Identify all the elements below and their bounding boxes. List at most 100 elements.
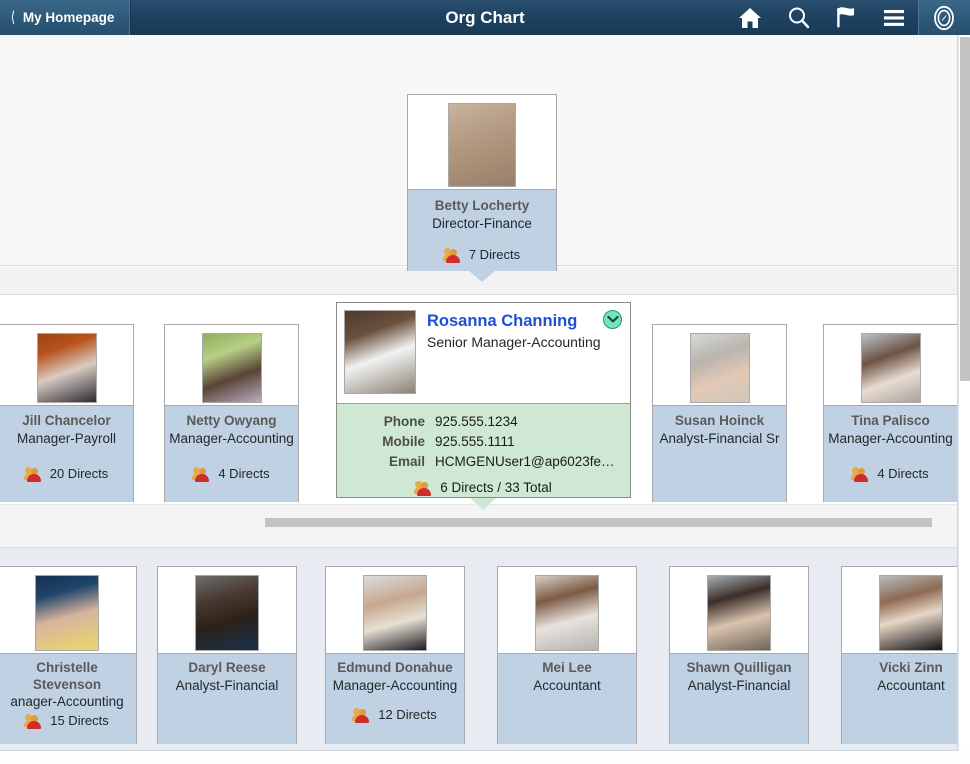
directs-label: 4 Directs [218, 466, 270, 481]
directs-row[interactable]: 4 Directs [824, 466, 957, 482]
org-card-direct-report[interactable]: Shawn Quilligan Analyst-Financial [669, 566, 809, 744]
avatar [195, 574, 259, 651]
avatar [35, 574, 99, 651]
person-name: Vicki Zinn [879, 660, 943, 675]
person-name-link[interactable]: Rosanna Channing [427, 311, 601, 332]
people-icon [24, 713, 43, 729]
avatar [448, 102, 516, 187]
card-photo-area [326, 567, 464, 653]
org-card-peer[interactable]: Netty Owyang Manager-Accounting 4 Direct… [164, 324, 299, 502]
person-name: Mei Lee [542, 660, 592, 675]
person-title: Analyst-Financial [175, 678, 279, 693]
directs-label: 12 Directs [378, 707, 437, 722]
vertical-scrollbar-thumb[interactable] [960, 37, 970, 381]
app-header: ⟨ My Homepage Org Chart [0, 0, 970, 35]
card-info: Mei Lee Accountant [498, 653, 636, 744]
org-chart-viewport: Betty Locherty Director-Finance 7 Direct… [0, 35, 958, 751]
back-to-homepage-button[interactable]: ⟨ My Homepage [0, 0, 132, 35]
detail-label: Email [388, 454, 425, 469]
directs-label: 15 Directs [50, 713, 109, 728]
person-name: Shawn Quilligan [686, 660, 792, 675]
org-card-peer[interactable]: Jill Chancelor Manager-Payroll 20 Direct… [0, 324, 134, 502]
directs-label: 20 Directs [49, 466, 109, 481]
card-info: Christelle Stevenson anager-Accounting 1… [0, 653, 136, 744]
avatar [36, 332, 97, 403]
org-card-direct-report[interactable]: Christelle Stevenson anager-Accounting 1… [0, 566, 137, 744]
card-info: Shawn Quilligan Analyst-Financial [670, 653, 808, 744]
detail-label: Mobile [382, 434, 425, 449]
avatar [689, 332, 750, 403]
navbar-compass-icon[interactable] [918, 0, 970, 35]
page-body: Betty Locherty Director-Finance 7 Direct… [0, 35, 970, 764]
card-photo-area [158, 567, 296, 653]
vertical-scrollbar[interactable] [958, 35, 970, 751]
chevron-down-circle-icon[interactable] [603, 310, 622, 329]
avatar [707, 574, 771, 651]
person-title: Manager-Accounting [828, 431, 953, 446]
back-to-homepage-label: My Homepage [22, 10, 115, 25]
person-name-line2: Stevenson [32, 677, 102, 692]
chevron-left-icon: ⟨ [10, 9, 16, 26]
hamburger-menu-icon[interactable] [870, 0, 918, 35]
focus-card-header: Rosanna Channing Senior Manager-Accounti… [337, 303, 630, 403]
person-name: Jill Chancelor [22, 413, 111, 428]
org-card-direct-report[interactable]: Edmund Donahue Manager-Accounting 12 Dir… [325, 566, 465, 744]
card-info: Betty Locherty Director-Finance 7 Direct… [408, 189, 556, 271]
avatar [535, 574, 599, 651]
directs-row[interactable]: 20 Directs [0, 466, 133, 482]
horizontal-scrollbar-peer-row[interactable] [265, 518, 932, 527]
person-title: Director-Finance [432, 216, 532, 231]
person-title: Accountant [533, 678, 601, 693]
directs-row[interactable]: 15 Directs [0, 713, 136, 729]
directs-row[interactable]: 4 Directs [165, 466, 298, 482]
card-photo-area [653, 325, 786, 405]
card-info: Daryl Reese Analyst-Financial [158, 653, 296, 744]
person-name: Tina Palisco [851, 413, 930, 428]
detail-value[interactable]: 925.555.1111 [435, 432, 515, 452]
people-icon [414, 480, 433, 496]
person-title: anager-Accounting [10, 694, 124, 709]
level-band-direct-reports [0, 548, 957, 750]
focus-card-identity: Rosanna Channing Senior Manager-Accounti… [416, 310, 601, 403]
org-card-manager[interactable]: Betty Locherty Director-Finance 7 Direct… [407, 94, 557, 271]
card-photo-area [0, 325, 133, 405]
header-icon-group [726, 0, 970, 35]
directs-row[interactable]: 6 Directs / 33 Total [337, 480, 630, 496]
org-card-direct-report[interactable]: Vicki Zinn Accountant [841, 566, 957, 744]
card-info: Vicki Zinn Accountant [842, 653, 957, 744]
org-card-direct-report[interactable]: Daryl Reese Analyst-Financial [157, 566, 297, 744]
directs-row[interactable]: 7 Directs [408, 247, 556, 263]
card-info: Jill Chancelor Manager-Payroll 20 Direct… [0, 405, 133, 502]
org-card-peer[interactable]: Susan Hoinck Analyst-Financial Sr [652, 324, 787, 502]
card-info: Tina Palisco Manager-Accounting 4 Direct… [824, 405, 957, 502]
people-icon [442, 247, 462, 263]
org-card-focused-person[interactable]: Rosanna Channing Senior Manager-Accounti… [336, 302, 631, 498]
person-name: Edmund Donahue [337, 660, 453, 675]
org-card-direct-report[interactable]: Mei Lee Accountant [497, 566, 637, 744]
avatar [879, 574, 943, 651]
directs-row[interactable]: 12 Directs [326, 707, 464, 723]
people-icon [352, 707, 371, 723]
detail-value[interactable]: HCMGENUser1@ap6023fe… [435, 452, 615, 472]
person-name: Daryl Reese [188, 660, 266, 675]
focus-card-details: Phone 925.555.1234 Mobile 925.555.1111 E… [337, 403, 630, 497]
detail-row-email: Email HCMGENUser1@ap6023fe… [337, 452, 630, 472]
org-card-peer[interactable]: Tina Palisco Manager-Accounting 4 Direct… [823, 324, 957, 502]
card-info: Susan Hoinck Analyst-Financial Sr [653, 405, 786, 502]
person-name: Betty Locherty [434, 198, 530, 213]
detail-row-phone: Phone 925.555.1234 [337, 412, 630, 432]
flag-icon[interactable] [822, 0, 870, 35]
person-name: Christelle [36, 660, 98, 675]
person-title: Analyst-Financial Sr [659, 431, 780, 446]
card-photo-area [165, 325, 298, 405]
connector-arrow-focus [470, 498, 496, 510]
directs-label: 7 Directs [468, 247, 521, 262]
card-info: Edmund Donahue Manager-Accounting 12 Dir… [326, 653, 464, 744]
person-title: Manager-Payroll [16, 431, 117, 446]
search-icon[interactable] [774, 0, 822, 35]
person-title: Senior Manager-Accounting [427, 334, 601, 350]
home-icon[interactable] [726, 0, 774, 35]
detail-value[interactable]: 925.555.1234 [435, 412, 518, 432]
avatar [860, 332, 921, 403]
person-title: Accountant [877, 678, 945, 693]
